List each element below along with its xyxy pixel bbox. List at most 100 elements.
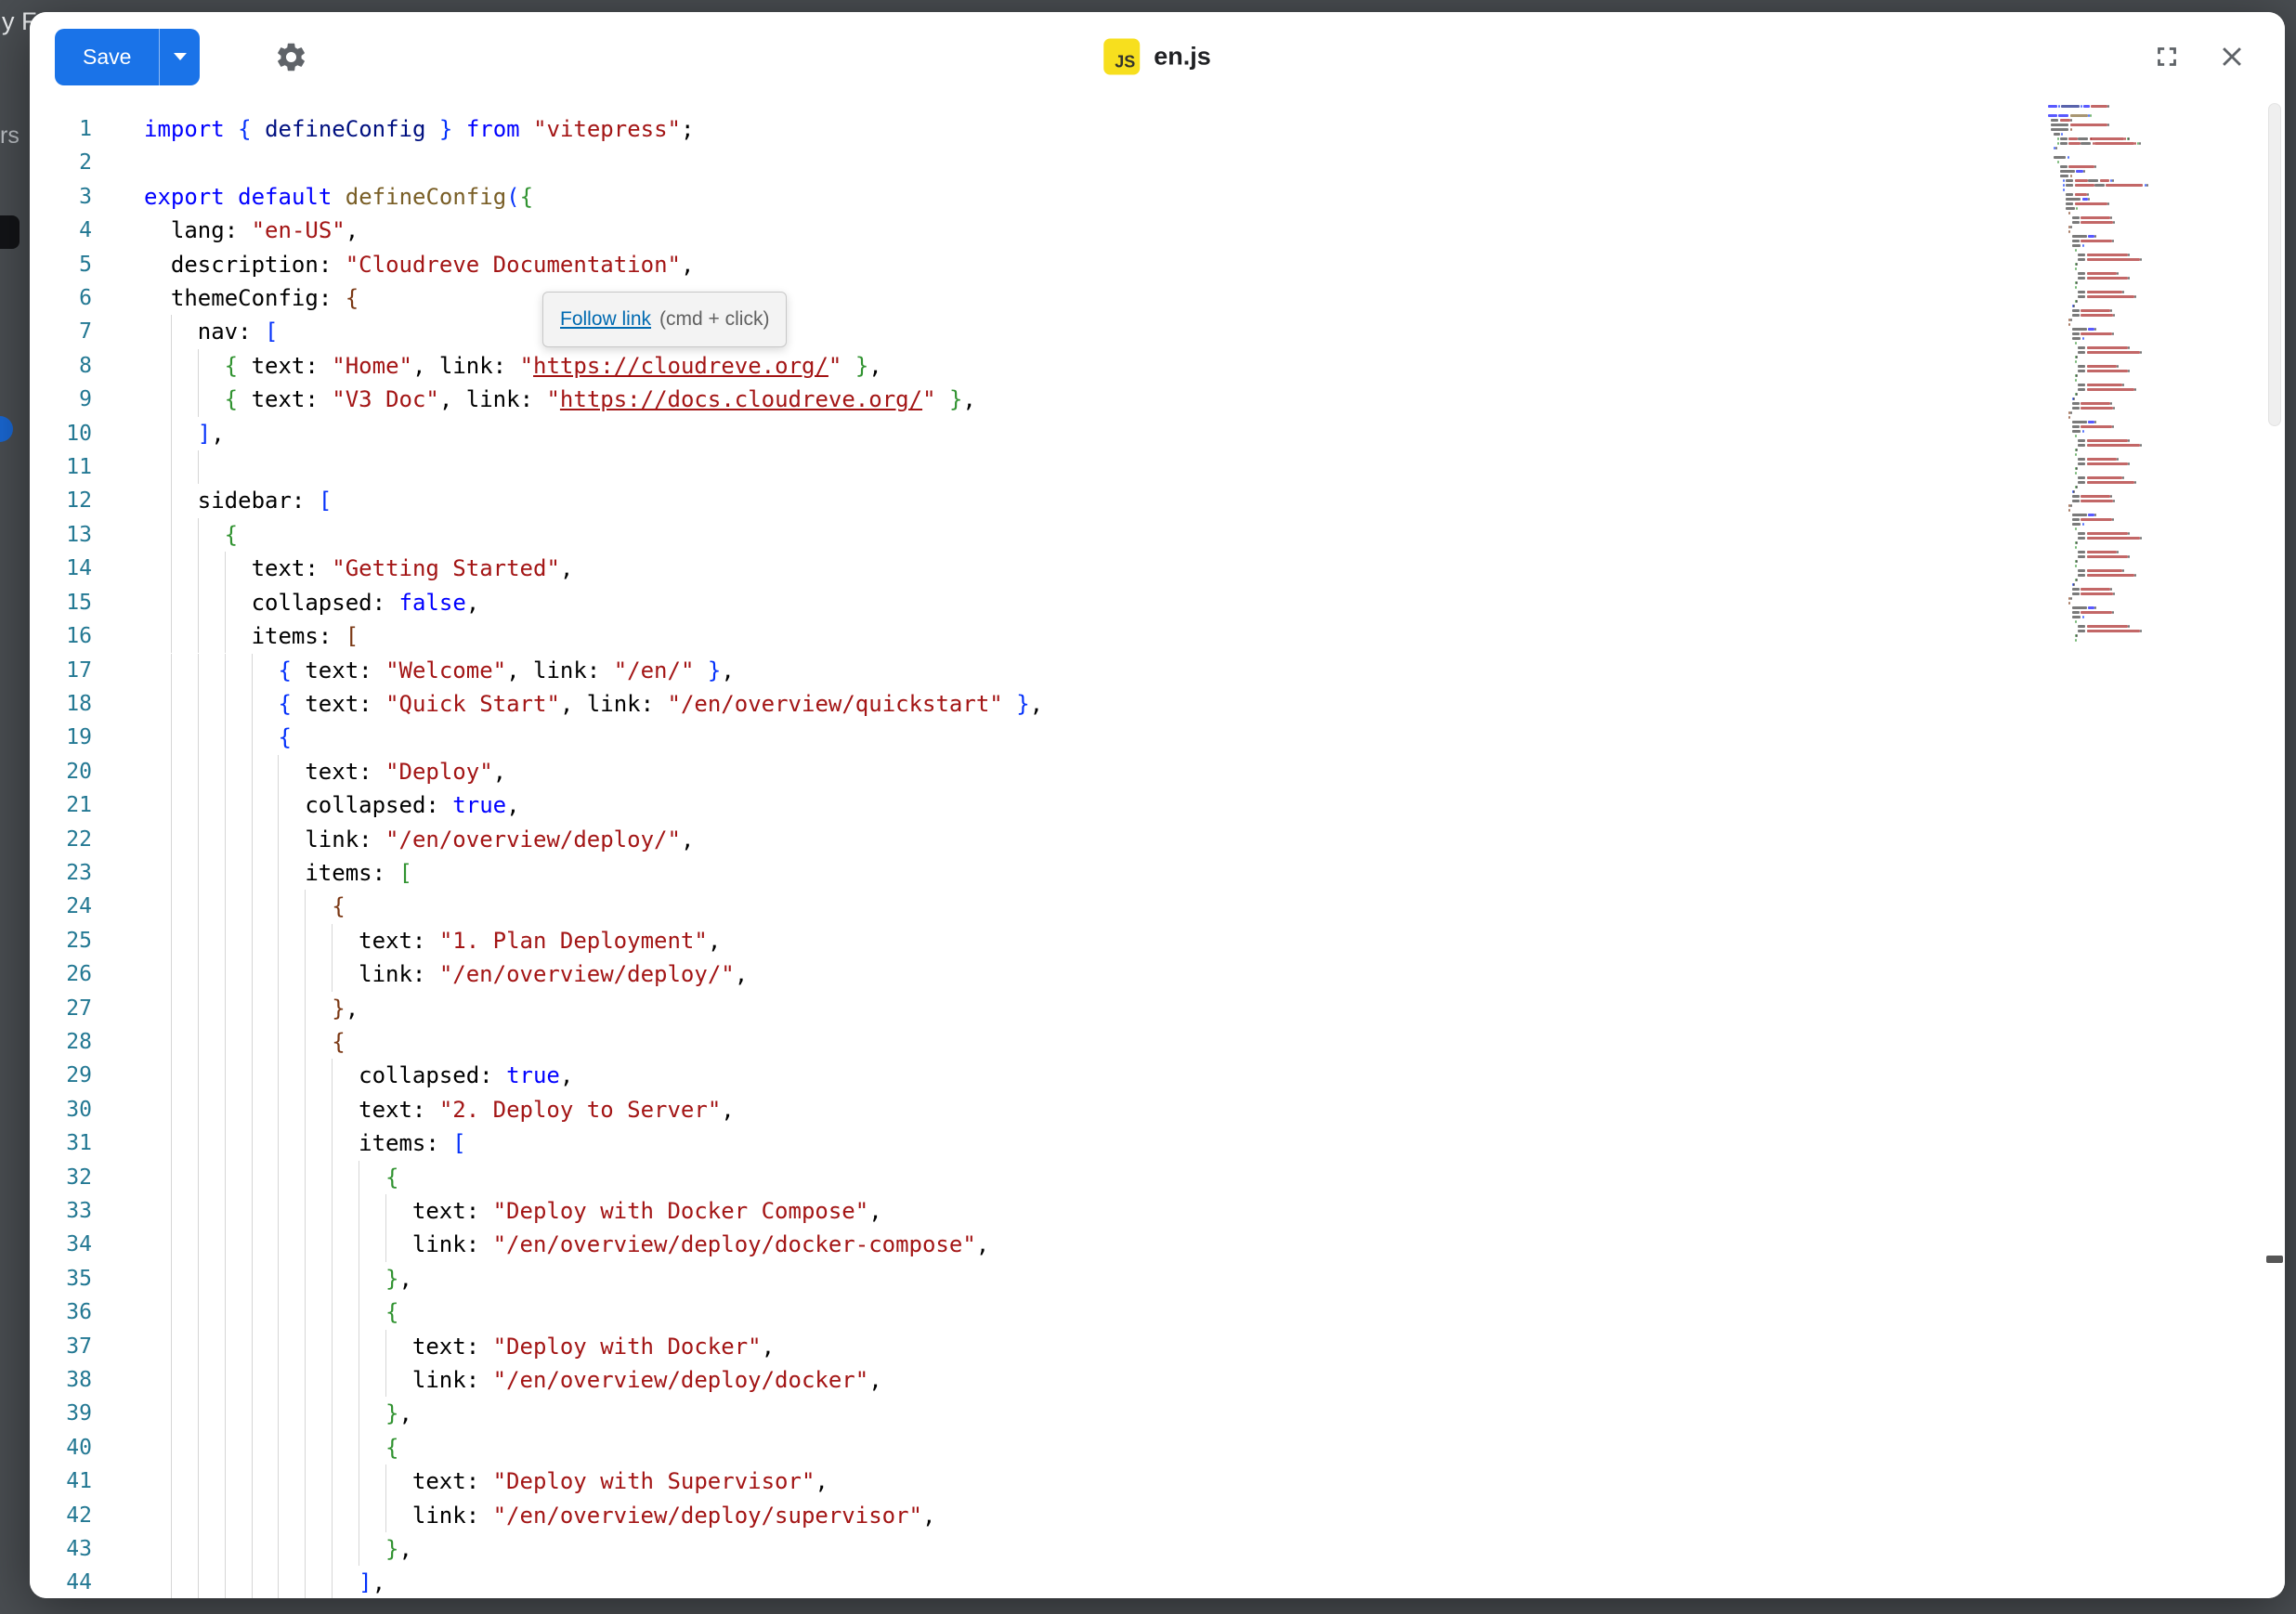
code-line[interactable]: 31items: [	[30, 1126, 2285, 1160]
code-line[interactable]: 36{	[30, 1295, 2285, 1329]
code-line[interactable]: 2	[30, 146, 2285, 179]
minimap-line	[2048, 444, 2197, 447]
code-line[interactable]: 30text: "2. Deploy to Server",	[30, 1093, 2285, 1126]
code-link[interactable]: https://cloudreve.org/	[533, 353, 828, 379]
code-line[interactable]: 39},	[30, 1397, 2285, 1430]
indent-guide	[171, 619, 198, 653]
indent-guide	[144, 552, 171, 585]
minimap-line	[2048, 472, 2197, 475]
indent-guide	[171, 1295, 198, 1329]
code-token: {	[385, 1299, 398, 1325]
indent-guide	[252, 1025, 279, 1059]
indent-guide	[144, 1330, 171, 1363]
code-line[interactable]: 20text: "Deploy",	[30, 755, 2285, 788]
indent-guide	[171, 1228, 198, 1261]
code-line[interactable]: 32{	[30, 1161, 2285, 1194]
code-editor[interactable]: 1import { defineConfig } from "vitepress…	[30, 101, 2285, 1598]
code-line[interactable]: 9{ text: "V3 Doc", link: "https://docs.c…	[30, 383, 2285, 416]
indent-guide	[385, 1228, 412, 1261]
scrollbar-thumb[interactable]	[2268, 103, 2281, 426]
code-line[interactable]: 22link: "/en/overview/deploy/",	[30, 823, 2285, 856]
code-line[interactable]: 24{	[30, 890, 2285, 923]
fullscreen-button[interactable]	[2151, 41, 2183, 72]
code-token: "/en/overview/deploy/"	[385, 827, 681, 853]
code-link[interactable]: https://docs.cloudreve.org/	[560, 386, 922, 412]
code-line[interactable]: 6themeConfig: {	[30, 281, 2285, 315]
indent-guide	[278, 1566, 305, 1598]
minimap-line	[2048, 449, 2197, 451]
line-number: 37	[30, 1330, 92, 1363]
code-token: "	[828, 353, 841, 379]
code-token: "Welcome"	[385, 657, 506, 683]
indent-guide	[252, 755, 279, 788]
code-token: {	[225, 522, 238, 548]
save-dropdown-button[interactable]	[159, 29, 200, 85]
code-line[interactable]: 1import { defineConfig } from "vitepress…	[30, 112, 2285, 146]
code-line[interactable]: 14text: "Getting Started",	[30, 552, 2285, 585]
code-line-content: text: "1. Plan Deployment",	[92, 924, 721, 957]
code-token: "Deploy with Docker"	[493, 1334, 762, 1360]
follow-link[interactable]: Follow link	[560, 303, 651, 336]
code-line[interactable]: 3export default defineConfig({	[30, 180, 2285, 214]
code-line[interactable]: 25text: "1. Plan Deployment",	[30, 924, 2285, 957]
code-line[interactable]: 44],	[30, 1566, 2285, 1598]
code-line[interactable]: 10],	[30, 417, 2285, 450]
code-line[interactable]: 41text: "Deploy with Supervisor",	[30, 1464, 2285, 1498]
code-line[interactable]: 11	[30, 450, 2285, 484]
indent-guide	[144, 788, 171, 822]
minimap-line	[2048, 393, 2197, 396]
code-line[interactable]: 13{	[30, 518, 2285, 552]
code-line[interactable]: 18{ text: "Quick Start", link: "/en/over…	[30, 687, 2285, 721]
code-line[interactable]: 5description: "Cloudreve Documentation",	[30, 248, 2285, 281]
code-token: link:	[359, 961, 439, 987]
minimap-line	[2048, 319, 2197, 321]
code-line[interactable]: 38link: "/en/overview/deploy/docker",	[30, 1363, 2285, 1397]
code-line[interactable]: 43},	[30, 1532, 2285, 1566]
code-line[interactable]: 34link: "/en/overview/deploy/docker-comp…	[30, 1228, 2285, 1261]
minimap[interactable]	[2048, 105, 2197, 644]
code-line[interactable]: 40{	[30, 1431, 2285, 1464]
code-line[interactable]: 28{	[30, 1025, 2285, 1059]
code-token: }	[949, 386, 962, 412]
save-button[interactable]: Save	[55, 29, 159, 85]
code-line[interactable]: 37text: "Deploy with Docker",	[30, 1330, 2285, 1363]
code-token	[520, 116, 533, 142]
code-line[interactable]: 19{	[30, 721, 2285, 754]
minimap-line	[2048, 597, 2197, 600]
indent-guide	[171, 788, 198, 822]
code-line[interactable]: 35},	[30, 1262, 2285, 1295]
code-line[interactable]: 7nav: [	[30, 315, 2285, 348]
code-line[interactable]: 33text: "Deploy with Docker Compose",	[30, 1194, 2285, 1228]
code-line[interactable]: 27},	[30, 992, 2285, 1025]
code-line[interactable]: 12sidebar: [	[30, 484, 2285, 517]
indent-guide	[332, 924, 359, 957]
indent-guide	[305, 890, 332, 923]
minimap-line	[2048, 569, 2197, 572]
settings-button[interactable]	[274, 40, 308, 74]
indent-guide	[225, 856, 252, 890]
indent-guide	[171, 383, 198, 416]
code-line[interactable]: 23items: [	[30, 856, 2285, 890]
minimap-line	[2048, 537, 2197, 540]
code-token: defineConfig	[265, 116, 425, 142]
indent-guide	[225, 586, 252, 619]
scrollbar[interactable]	[2264, 101, 2285, 1598]
code-line[interactable]: 42link: "/en/overview/deploy/supervisor"…	[30, 1499, 2285, 1532]
code-line[interactable]: 4lang: "en-US",	[30, 214, 2285, 247]
code-token: text:	[238, 353, 332, 379]
code-line[interactable]: 16items: [	[30, 619, 2285, 653]
code-token: ,	[506, 792, 519, 818]
minimap-line	[2048, 263, 2197, 266]
code-line[interactable]: 26link: "/en/overview/deploy/",	[30, 957, 2285, 991]
code-line[interactable]: 29collapsed: true,	[30, 1059, 2285, 1092]
close-button[interactable]	[2216, 41, 2248, 72]
indent-guide	[225, 1330, 252, 1363]
code-line[interactable]: 15collapsed: false,	[30, 586, 2285, 619]
code-line[interactable]: 8{ text: "Home", link: "https://cloudrev…	[30, 349, 2285, 383]
code-line[interactable]: 21collapsed: true,	[30, 788, 2285, 822]
code-line[interactable]: 17{ text: "Welcome", link: "/en/" },	[30, 654, 2285, 687]
indent-guide	[144, 450, 171, 484]
indent-guide	[171, 1126, 198, 1160]
code-token: "	[922, 386, 935, 412]
indent-guide	[171, 890, 198, 923]
